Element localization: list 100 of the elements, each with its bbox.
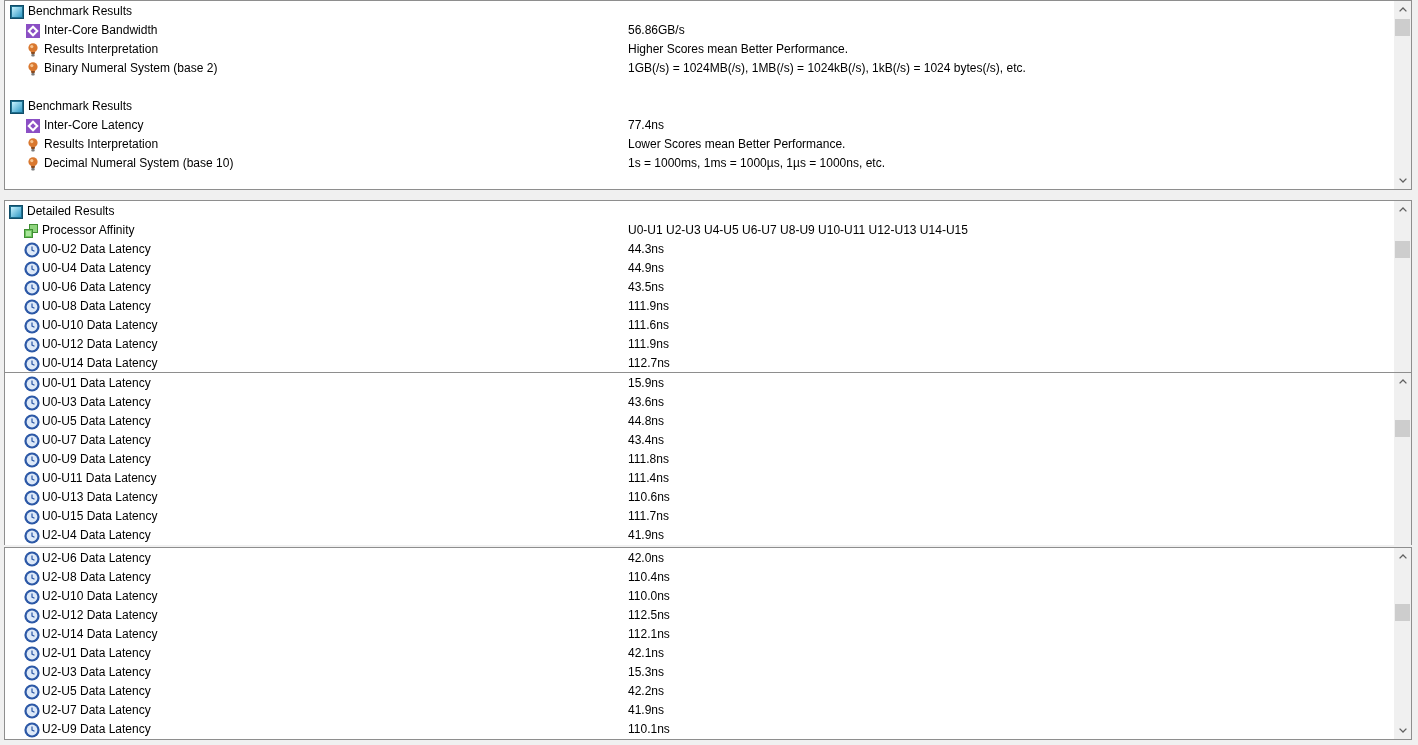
item-value: 43.5ns: [628, 280, 665, 295]
tree-item-label[interactable]: U2-U4 Data Latency: [42, 528, 151, 543]
diamond-icon: [26, 23, 40, 38]
item-value: 42.0ns: [628, 551, 665, 566]
tree-item-label[interactable]: U0-U6 Data Latency: [42, 280, 151, 295]
item-value: 41.9ns: [628, 528, 665, 543]
clock-icon: [24, 489, 40, 506]
clock-icon: [24, 645, 40, 662]
tree-item-label[interactable]: U0-U5 Data Latency: [42, 414, 151, 429]
lightbulb-icon: [28, 42, 38, 57]
clock-icon: [24, 569, 40, 586]
tree-item-label[interactable]: U0-U14 Data Latency: [42, 356, 158, 371]
tree-item-label[interactable]: Inter-Core Bandwidth: [44, 23, 158, 38]
item-value: 110.4ns: [628, 570, 670, 585]
clock-icon: [24, 241, 40, 258]
item-value: 1s = 1000ms, 1ms = 1000µs, 1µs = 1000ns, etc.: [628, 156, 885, 171]
item-value: 44.9ns: [628, 261, 665, 276]
clock-icon: [24, 721, 40, 738]
chevron-up-icon: [1398, 554, 1407, 559]
item-value: 112.1ns: [628, 627, 670, 642]
tree-item-label[interactable]: Decimal Numeral System (base 10): [44, 156, 234, 171]
clock-icon: [24, 451, 40, 468]
scrollbar-thumb[interactable]: [1395, 420, 1410, 437]
chevron-up-icon: [1398, 379, 1407, 384]
item-value: 111.9ns: [628, 337, 669, 352]
clock-icon: [24, 394, 40, 411]
tree-item-label[interactable]: U0-U4 Data Latency: [42, 261, 151, 276]
clock-icon: [24, 355, 40, 372]
tree-item-label[interactable]: U0-U9 Data Latency: [42, 452, 151, 467]
item-value: 111.6ns: [628, 318, 669, 333]
diamond-icon: [26, 118, 40, 133]
item-value: U0-U1 U2-U3 U4-U5 U6-U7 U8-U9 U10-U11 U12-U13 U14-U15: [628, 223, 968, 238]
clock-icon: [24, 336, 40, 353]
clock-icon: [24, 260, 40, 277]
tree-item-label[interactable]: U0-U1 Data Latency: [42, 376, 151, 391]
scrollbar-thumb[interactable]: [1395, 19, 1410, 36]
tree-item-label[interactable]: U0-U11 Data Latency: [42, 471, 157, 486]
tree-item-label[interactable]: U0-U12 Data Latency: [42, 337, 158, 352]
tree-item-label[interactable]: U2-U3 Data Latency: [42, 665, 151, 680]
tree-item-label[interactable]: Results Interpretation: [44, 137, 159, 152]
item-value: 41.9ns: [628, 703, 665, 718]
tree-item-label[interactable]: U0-U8 Data Latency: [42, 299, 151, 314]
tree-item-label[interactable]: U0-U2 Data Latency: [42, 242, 151, 257]
tree-item-label[interactable]: Inter-Core Latency: [44, 118, 144, 133]
clock-icon: [24, 588, 40, 605]
item-value: 43.4ns: [628, 433, 665, 448]
lightbulb-icon: [28, 156, 38, 171]
item-value: 42.2ns: [628, 684, 665, 699]
chevron-down-icon: [1398, 178, 1407, 183]
clock-icon: [24, 527, 40, 544]
item-value: Higher Scores mean Better Performance.: [628, 42, 849, 57]
item-value: 42.1ns: [628, 646, 665, 661]
scrollbar-thumb[interactable]: [1395, 604, 1410, 621]
tree-item-label[interactable]: Binary Numeral System (base 2): [44, 61, 218, 76]
tree-item-label[interactable]: Benchmark Results: [28, 99, 133, 114]
item-value: 110.1ns: [628, 722, 670, 737]
tree-item-label[interactable]: U0-U10 Data Latency: [42, 318, 158, 333]
lightbulb-icon: [28, 61, 38, 76]
tree-item-label[interactable]: U2-U12 Data Latency: [42, 608, 158, 623]
tree-item-label[interactable]: Detailed Results: [27, 204, 115, 219]
tree-item-label[interactable]: U0-U13 Data Latency: [42, 490, 158, 505]
item-value: 77.4ns: [628, 118, 665, 133]
tree-item-label[interactable]: Results Interpretation: [44, 42, 159, 57]
item-value: 1GB(/s) = 1024MB(/s), 1MB(/s) = 1024kB(/s), 1kB(/s) = 1024 bytes(/s), etc.: [628, 61, 1026, 76]
tree-item-label[interactable]: U0-U3 Data Latency: [42, 395, 151, 410]
tree-item-label[interactable]: U2-U10 Data Latency: [42, 589, 158, 604]
chevron-up-icon: [1398, 207, 1407, 212]
clock-icon: [24, 664, 40, 681]
tree-item-label[interactable]: U0-U15 Data Latency: [42, 509, 158, 524]
tree-item-label[interactable]: U2-U5 Data Latency: [42, 684, 151, 699]
tree-item-label[interactable]: U2-U6 Data Latency: [42, 551, 151, 566]
item-value: 44.3ns: [628, 242, 665, 257]
item-value: 110.6ns: [628, 490, 670, 505]
clock-icon: [24, 607, 40, 624]
clock-icon: [24, 432, 40, 449]
tree-item-label[interactable]: U2-U9 Data Latency: [42, 722, 151, 737]
clock-icon: [24, 413, 40, 430]
item-value: Lower Scores mean Better Performance.: [628, 137, 846, 152]
item-value: 15.3ns: [628, 665, 665, 680]
item-value: 111.7ns: [628, 509, 669, 524]
tree-item-label[interactable]: U2-U7 Data Latency: [42, 703, 151, 718]
clock-icon: [24, 317, 40, 334]
tree-item-label[interactable]: U2-U14 Data Latency: [42, 627, 158, 642]
tree-item-label[interactable]: U2-U8 Data Latency: [42, 570, 151, 585]
item-value: 110.0ns: [628, 589, 670, 604]
item-value: 15.9ns: [628, 376, 665, 391]
scrollbar-thumb[interactable]: [1395, 241, 1410, 258]
stacked-squares-icon: [24, 223, 38, 238]
tree-item-label[interactable]: Benchmark Results: [28, 4, 133, 19]
chevron-down-icon: [1398, 728, 1407, 733]
tree-item-label[interactable]: Processor Affinity: [42, 223, 135, 238]
item-value: 112.5ns: [628, 608, 670, 623]
tree-item-label[interactable]: U2-U1 Data Latency: [42, 646, 151, 661]
clock-icon: [24, 550, 40, 567]
item-value: 112.7ns: [628, 356, 670, 371]
item-value: 56.86GB/s: [628, 23, 685, 38]
tree-item-label[interactable]: U0-U7 Data Latency: [42, 433, 151, 448]
clock-icon: [24, 298, 40, 315]
item-value: 111.9ns: [628, 299, 669, 314]
clock-icon: [24, 470, 40, 487]
